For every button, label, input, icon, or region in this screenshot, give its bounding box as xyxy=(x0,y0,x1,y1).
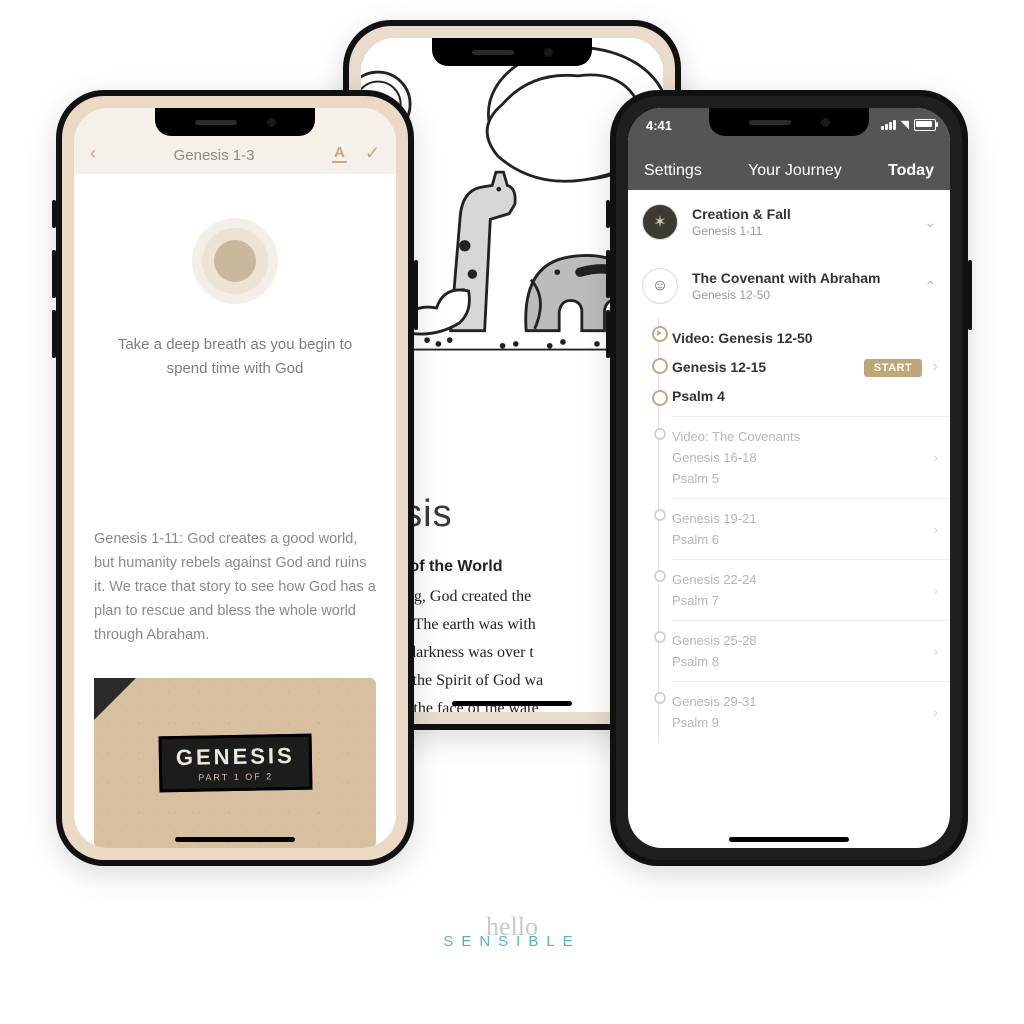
timeline-node-icon xyxy=(652,390,668,406)
passage-title: Genesis 1-3 xyxy=(174,147,255,164)
timeline-node-icon xyxy=(652,358,668,374)
back-button[interactable]: ‹ xyxy=(90,143,96,164)
passage-summary: Genesis 1-11: God creates a good world, … xyxy=(94,528,376,648)
upcoming-group[interactable]: Genesis 25-28 Psalm 8 › xyxy=(672,620,950,681)
chevron-right-icon: › xyxy=(934,522,938,537)
timeline-node-icon xyxy=(654,509,666,521)
chevron-right-icon: › xyxy=(933,358,938,375)
chevron-right-icon: › xyxy=(934,583,938,598)
timeline-node-icon xyxy=(654,570,666,582)
chevron-down-icon: ⌄ xyxy=(924,214,936,231)
timeline-node-icon xyxy=(654,692,666,704)
scripture-body[interactable]: inning, God created the arth. The earth … xyxy=(381,583,643,712)
nav-settings[interactable]: Settings xyxy=(644,162,702,180)
breathing-indicator xyxy=(192,218,278,304)
item-psalm-4[interactable]: Psalm 4 xyxy=(672,382,938,410)
video-subtitle: PART 1 OF 2 xyxy=(176,771,295,783)
read-scripture-tag-icon xyxy=(94,678,136,720)
section-icon: ✶ xyxy=(642,204,678,240)
nav-title: Your Journey xyxy=(748,162,842,180)
chevron-up-icon: ⌃ xyxy=(924,278,936,295)
section-subtitle: Genesis 1-11 xyxy=(692,224,924,238)
timeline-node-icon xyxy=(654,631,666,643)
start-button[interactable]: START xyxy=(864,359,922,377)
video-title: GENESIS xyxy=(175,743,294,771)
section-title: Creation & Fall xyxy=(692,206,924,222)
chevron-right-icon: › xyxy=(934,705,938,720)
item-video-genesis-12-50[interactable]: Video: Genesis 12-50 xyxy=(672,324,938,352)
brand-logo: hello SENSIBLE xyxy=(0,920,1024,950)
timeline-node-play-icon xyxy=(652,326,668,342)
upcoming-group[interactable]: Genesis 19-21 Psalm 6 › xyxy=(672,498,950,559)
font-size-button[interactable]: A xyxy=(332,144,347,163)
breathing-prompt: Take a deep breath as you begin to spend… xyxy=(104,333,366,381)
section-subtitle: Genesis 12-50 xyxy=(692,288,924,302)
section-icon: ☺ xyxy=(642,268,678,304)
phone-devotional: ‹ Genesis 1-3 A ✓ Take a deep breath as … xyxy=(56,90,414,866)
nav-today[interactable]: Today xyxy=(888,162,934,180)
phone-journey: 4:41 ◥ Settings Your Journey Today ✶ Cre… xyxy=(610,90,968,866)
section-creation-fall[interactable]: ✶ Creation & Fall Genesis 1-11 ⌄ xyxy=(628,190,950,254)
upcoming-group[interactable]: Genesis 29-31 Psalm 9 › xyxy=(672,681,950,742)
item-genesis-12-15[interactable]: Genesis 12-15 START › xyxy=(672,352,938,382)
mark-complete-button[interactable]: ✓ xyxy=(365,143,380,164)
chevron-right-icon: › xyxy=(934,450,938,465)
journey-list[interactable]: ✶ Creation & Fall Genesis 1-11 ⌄ ☺ The C… xyxy=(628,190,950,848)
section-covenant-abraham[interactable]: ☺ The Covenant with Abraham Genesis 12-5… xyxy=(628,254,950,318)
status-time: 4:41 xyxy=(646,118,672,133)
wifi-icon: ◥ xyxy=(901,118,909,131)
battery-icon xyxy=(914,119,936,131)
signal-icon xyxy=(881,120,896,130)
app-showcase: esis ion of the World inning, God create… xyxy=(0,0,1024,1024)
section-title: The Covenant with Abraham xyxy=(692,270,924,286)
chevron-right-icon: › xyxy=(934,644,938,659)
upcoming-group[interactable]: Video: The Covenants Genesis 16-18 Psalm… xyxy=(672,416,950,498)
video-card-genesis[interactable]: GENESIS PART 1 OF 2 xyxy=(94,678,376,848)
upcoming-group[interactable]: Genesis 22-24 Psalm 7 › xyxy=(672,559,950,620)
timeline-node-icon xyxy=(654,428,666,440)
